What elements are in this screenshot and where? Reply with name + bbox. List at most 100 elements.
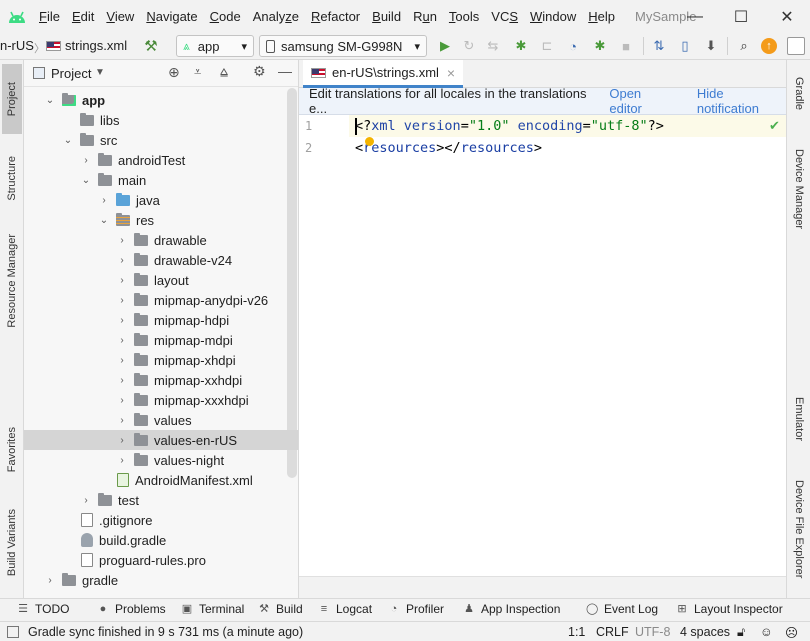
stop-icon[interactable]: ■ xyxy=(618,38,634,54)
menu-refactor[interactable]: Refactor xyxy=(305,9,366,24)
run-config-select[interactable]: ⩓ app ▾ xyxy=(176,35,254,57)
smile-feedback-icon[interactable]: ☺ xyxy=(760,625,773,639)
apply-changes-icon[interactable]: ↻ xyxy=(461,38,477,54)
chevron-right-icon[interactable]: › xyxy=(116,274,128,286)
menu-run[interactable]: Run xyxy=(407,9,443,24)
tree-item[interactable]: ⌄ res xyxy=(24,210,298,230)
update-icon[interactable]: ↑ xyxy=(761,38,777,54)
search-icon[interactable]: ⌕ xyxy=(736,38,752,54)
chevron-right-icon[interactable]: › xyxy=(98,194,110,206)
tool-app-inspection[interactable]: ♟ App Inspection xyxy=(463,602,560,616)
tool-problems[interactable]: ● Problems xyxy=(97,602,166,616)
tree-item[interactable]: AndroidManifest.xml xyxy=(24,470,298,490)
tree-item[interactable]: .gitignore xyxy=(24,510,298,530)
chevron-down-icon[interactable]: ⌄ xyxy=(44,94,56,106)
expand-all-icon[interactable]: ⩡ xyxy=(194,64,201,80)
tab-gradle[interactable]: Gradle xyxy=(789,66,809,122)
tab-project[interactable]: Project xyxy=(2,64,22,134)
menu-view[interactable]: View xyxy=(100,9,140,24)
tree-item[interactable]: › drawable-v24 xyxy=(24,250,298,270)
tab-structure[interactable]: Structure xyxy=(2,138,22,218)
gear-icon[interactable]: ⚙ xyxy=(253,63,266,80)
indent-setting[interactable]: 4 spaces xyxy=(680,625,730,639)
attach-process-icon[interactable]: ✱ xyxy=(592,38,608,54)
tree-item[interactable]: › mipmap-mdpi xyxy=(24,330,298,350)
sad-feedback-icon[interactable]: ☹ xyxy=(785,625,798,640)
tool-build[interactable]: ⚒ Build xyxy=(258,602,303,616)
tab-build-variants[interactable]: Build Variants xyxy=(2,500,22,585)
chevron-right-icon[interactable]: › xyxy=(116,294,128,306)
chevron-right-icon[interactable]: › xyxy=(116,394,128,406)
menu-build[interactable]: Build xyxy=(366,9,407,24)
tab-resource-manager[interactable]: Resource Manager xyxy=(2,222,22,340)
tab-device-file-explorer[interactable]: Device File Explorer xyxy=(789,470,809,588)
tree-item[interactable]: › java xyxy=(24,190,298,210)
menu-code[interactable]: Code xyxy=(204,9,247,24)
chevron-right-icon[interactable]: › xyxy=(116,334,128,346)
caret-position[interactable]: 1:1 xyxy=(568,625,585,639)
apply-code-changes-icon[interactable]: ⇆ xyxy=(485,38,501,54)
breadcrumb-file[interactable]: strings.xml xyxy=(65,38,127,53)
tree-item[interactable]: › drawable xyxy=(24,230,298,250)
chevron-right-icon[interactable]: › xyxy=(80,494,92,506)
chevron-down-icon[interactable]: ⌄ xyxy=(98,214,110,226)
tool-terminal[interactable]: ▣ Terminal xyxy=(181,602,245,616)
chevron-right-icon[interactable]: › xyxy=(44,574,56,586)
tool-todo[interactable]: ☰ TODO xyxy=(17,602,69,616)
device-manager-icon[interactable]: ▯ xyxy=(677,38,693,54)
tree-item[interactable]: › mipmap-hdpi xyxy=(24,310,298,330)
tree-item[interactable]: proguard-rules.pro xyxy=(24,550,298,570)
tool-layout-inspector[interactable]: ⊞ Layout Inspector xyxy=(676,602,782,616)
editor-horizontal-scroll[interactable] xyxy=(299,576,786,598)
chevron-right-icon[interactable]: › xyxy=(116,374,128,386)
file-encoding[interactable]: UTF-8 xyxy=(635,625,670,639)
menu-navigate[interactable]: Navigate xyxy=(140,9,203,24)
menu-window[interactable]: Window xyxy=(524,9,582,24)
chevron-right-icon[interactable]: › xyxy=(116,414,128,426)
menu-tools[interactable]: Tools xyxy=(443,9,485,24)
lightbulb-icon[interactable] xyxy=(365,137,374,146)
chevron-right-icon[interactable]: › xyxy=(116,434,128,446)
chevron-down-icon[interactable]: ⌄ xyxy=(80,174,92,186)
chevron-right-icon[interactable]: › xyxy=(116,454,128,466)
status-message[interactable]: Gradle sync finished in 9 s 731 ms (a mi… xyxy=(28,625,303,639)
profile-icon[interactable]: ◔ xyxy=(565,38,581,54)
chevron-right-icon[interactable]: › xyxy=(116,254,128,266)
tree-item[interactable]: › androidTest xyxy=(24,150,298,170)
open-editor-link[interactable]: Open editor xyxy=(609,86,674,116)
menu-edit[interactable]: Edit xyxy=(66,9,100,24)
lock-icon[interactable]: 🔓︎ xyxy=(737,625,745,640)
hammer-icon[interactable]: ⚒ xyxy=(143,38,159,55)
sdk-manager-icon[interactable]: ⬇ xyxy=(703,38,719,54)
tree-item[interactable]: › mipmap-xxxhdpi xyxy=(24,390,298,410)
panel-toggle-icon[interactable] xyxy=(7,626,19,638)
device-select[interactable]: samsung SM-G998N ▾ xyxy=(259,35,427,57)
tool-logcat[interactable]: ≡ Logcat xyxy=(318,602,372,616)
tree-item[interactable]: ⌄ main xyxy=(24,170,298,190)
collapse-all-icon[interactable]: ⩠ xyxy=(220,64,228,80)
avatar[interactable] xyxy=(787,37,805,55)
tree-item[interactable]: ⌄ src xyxy=(24,130,298,150)
close-button[interactable]: ✕ xyxy=(764,0,810,33)
hide-notification-link[interactable]: Hide notification xyxy=(697,86,786,116)
run-icon[interactable]: ▶ xyxy=(437,38,453,54)
chevron-right-icon[interactable]: › xyxy=(116,354,128,366)
tree-item[interactable]: › mipmap-xxhdpi xyxy=(24,370,298,390)
tool-event-log[interactable]: ◯ Event Log xyxy=(586,602,658,616)
breadcrumb-folder[interactable]: n-rUS xyxy=(0,38,34,53)
tool-profiler[interactable]: ◔ Profiler xyxy=(388,602,444,616)
menu-analyze[interactable]: Analyze xyxy=(247,9,305,24)
tab-favorites[interactable]: Favorites xyxy=(2,415,22,485)
debug-icon[interactable]: ✱ xyxy=(513,38,529,54)
locate-icon[interactable]: ⊕ xyxy=(168,64,180,81)
minimize-button[interactable]: — xyxy=(672,0,718,33)
tab-strings-xml[interactable]: en-rUS\strings.xml × xyxy=(303,60,464,88)
tab-device-manager[interactable]: Device Manager xyxy=(789,136,809,242)
menu-help[interactable]: Help xyxy=(582,9,621,24)
chevron-right-icon[interactable]: › xyxy=(80,154,92,166)
tree-item[interactable]: › gradle xyxy=(24,570,298,590)
tree-item[interactable]: › test xyxy=(24,490,298,510)
tree-item[interactable]: › mipmap-anydpi-v26 xyxy=(24,290,298,310)
sync-gradle-icon[interactable]: ⇅ xyxy=(651,38,667,54)
maximize-button[interactable]: ☐ xyxy=(718,0,764,33)
